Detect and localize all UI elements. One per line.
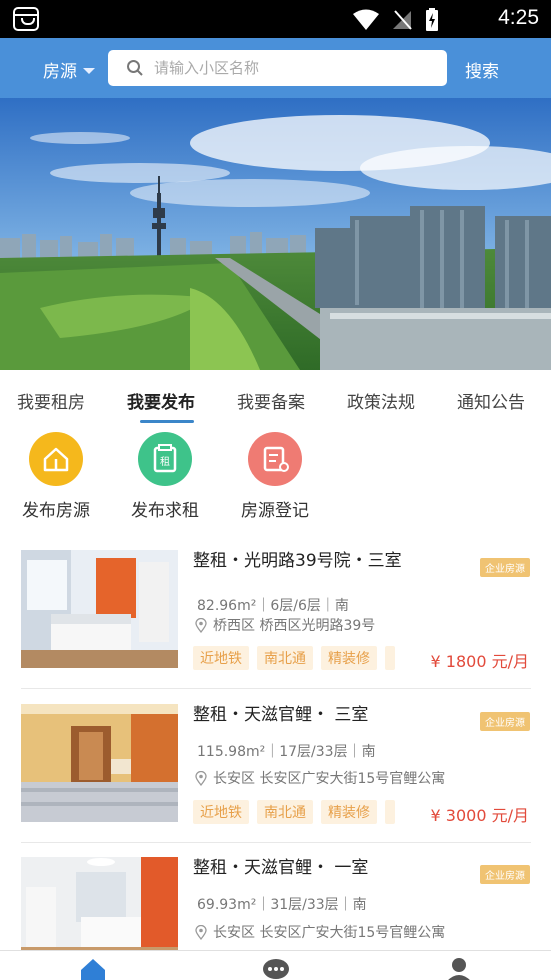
location-pin-icon (195, 770, 207, 786)
message-icon[interactable] (261, 957, 291, 980)
banner-image[interactable] (0, 98, 551, 370)
search-icon (127, 60, 143, 76)
battery-charging-icon (426, 8, 438, 31)
listing-address-text: 长安区 长安区广安大街15号官鲤公寓 (213, 925, 446, 941)
house-source-label: 房源 (43, 62, 77, 82)
search-input[interactable] (154, 59, 414, 77)
listing-price: ¥ 1800 元/月 (431, 648, 529, 672)
listing-address-text: 桥西区 桥西区光明路39号 (213, 618, 376, 634)
search-box[interactable] (108, 50, 447, 86)
publish-rent-request-label: 发布求租 (131, 501, 199, 521)
price-unit: 元/月 (491, 652, 529, 671)
tab-rent[interactable]: 我要租房 (17, 388, 85, 413)
no-signal-icon (393, 10, 412, 30)
price-value: ¥ 1800 (430, 652, 487, 671)
listing-address: 长安区 长安区广安大街15号官鲤公寓 (195, 922, 445, 942)
listing-tags: 近地铁 南北通 精装修 (193, 646, 395, 670)
listing-title: 整租・天滋官鲤・ 三室 (193, 705, 369, 725)
tag-renovated: 精装修 (321, 646, 377, 670)
register-icon (248, 432, 302, 486)
listing-tags: 近地铁 南北通 精装修 (193, 800, 395, 824)
search-button[interactable]: 搜索 (465, 57, 499, 82)
status-icons (353, 8, 439, 32)
listing-photo (21, 704, 178, 822)
house-register-button[interactable]: 房源登记 (225, 432, 325, 521)
tag-subway: 近地铁 (193, 800, 249, 824)
svg-text:租: 租 (160, 455, 170, 468)
listing-price: ¥ 3000 元/月 (431, 802, 529, 826)
status-bar: 4:25 (0, 0, 551, 38)
app-notification-icon (13, 7, 39, 31)
tab-notice[interactable]: 通知公告 (457, 388, 525, 413)
tag-overflow (385, 800, 395, 824)
tab-filing[interactable]: 我要备案 (237, 388, 305, 413)
tab-publish[interactable]: 我要发布 (127, 388, 195, 413)
bottom-navigation (0, 950, 551, 980)
tag-north-south: 南北通 (257, 800, 313, 824)
caret-down-icon (83, 67, 95, 74)
search-header: 房源 搜索 (0, 38, 551, 98)
listing-item[interactable]: 整租・天滋官鲤・ 一室 企业房源 69.93m²｜31层/33层｜南 长安区 长… (0, 857, 551, 950)
publish-rent-request-button[interactable]: 租 发布求租 (115, 432, 215, 521)
listing-photo (21, 857, 178, 950)
listing-divider (21, 842, 531, 843)
location-pin-icon (195, 924, 207, 940)
tag-subway: 近地铁 (193, 646, 249, 670)
tab-policy[interactable]: 政策法规 (347, 388, 415, 413)
tag-renovated: 精装修 (321, 800, 377, 824)
listing-meta: 82.96m²｜6层/6层｜南 (197, 598, 349, 614)
home-icon[interactable] (78, 957, 108, 980)
price-value: ¥ 3000 (430, 806, 487, 825)
listing-address: 桥西区 桥西区光明路39号 (195, 615, 375, 635)
listing-item[interactable]: 整租・光明路39号院・三室 企业房源 82.96m²｜6层/6层｜南 桥西区 桥… (0, 550, 551, 702)
enterprise-badge: 企业房源 (480, 712, 530, 731)
house-publish-icon (29, 432, 83, 486)
listing-meta: 69.93m²｜31层/33层｜南 (197, 897, 367, 913)
listing-meta: 115.98m²｜17层/33层｜南 (197, 744, 376, 760)
status-time: 4:25 (498, 6, 539, 29)
location-pin-icon (195, 617, 207, 633)
listing-item[interactable]: 整租・天滋官鲤・ 三室 企业房源 115.98m²｜17层/33层｜南 长安区 … (0, 704, 551, 856)
house-source-dropdown[interactable]: 房源 (43, 57, 95, 82)
listing-address-text: 长安区 长安区广安大街15号官鲤公寓 (213, 771, 446, 787)
active-tab-indicator (140, 420, 194, 423)
tag-north-south: 南北通 (257, 646, 313, 670)
listing-title: 整租・光明路39号院・三室 (193, 551, 402, 571)
listing-photo (21, 550, 178, 668)
house-register-label: 房源登记 (241, 501, 309, 521)
profile-icon[interactable] (444, 957, 474, 980)
publish-house-label: 发布房源 (22, 501, 90, 521)
listing-divider (21, 688, 531, 689)
city-skyline-illustration (0, 98, 551, 370)
listing-title: 整租・天滋官鲤・ 一室 (193, 858, 369, 878)
wifi-icon (353, 9, 379, 30)
price-unit: 元/月 (491, 806, 529, 825)
enterprise-badge: 企业房源 (480, 865, 530, 884)
category-tabs: 我要租房 我要发布 我要备案 政策法规 通知公告 (0, 370, 551, 428)
enterprise-badge: 企业房源 (480, 558, 530, 577)
rent-request-icon: 租 (138, 432, 192, 486)
tag-overflow (385, 646, 395, 670)
listing-address: 长安区 长安区广安大街15号官鲤公寓 (195, 768, 445, 788)
publish-house-button[interactable]: 发布房源 (6, 432, 106, 521)
